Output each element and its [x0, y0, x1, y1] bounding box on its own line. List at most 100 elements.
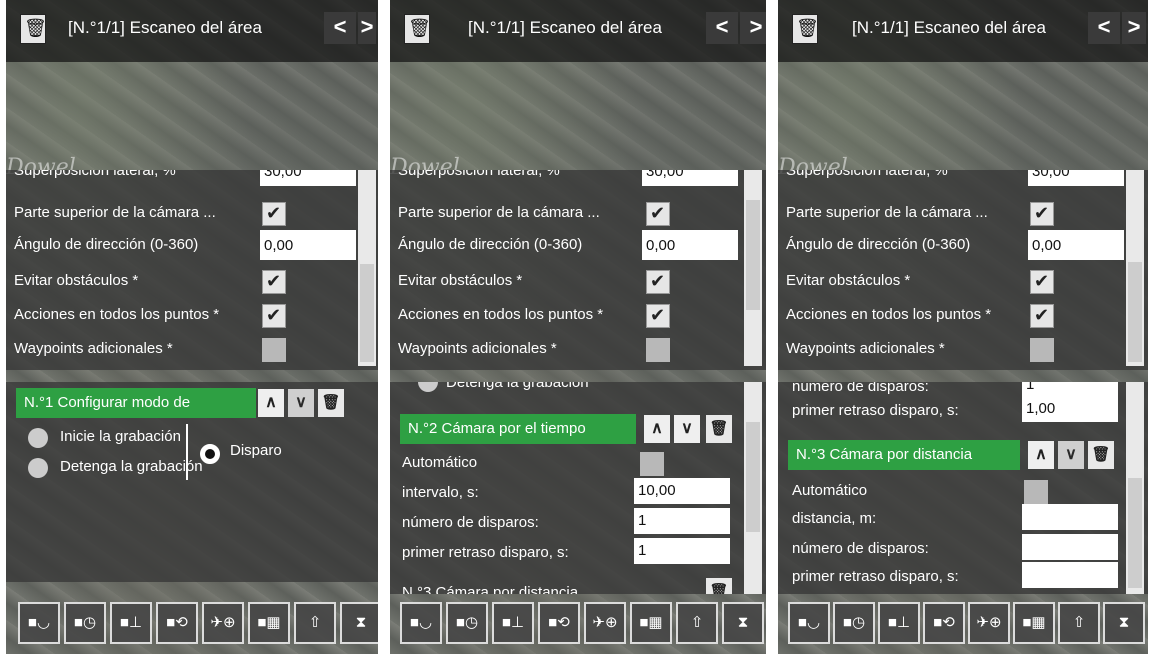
overlap-input[interactable]: 30,00 — [260, 170, 356, 186]
arrow-up-icon[interactable]: ⇧ — [676, 602, 718, 644]
drone-target-icon[interactable]: ✈⊕ — [968, 602, 1010, 644]
radio-stop[interactable] — [28, 458, 48, 478]
delete-action-button[interactable] — [318, 389, 344, 417]
camera-timer-icon[interactable]: ■◷ — [833, 602, 875, 644]
actions-scrollbar[interactable] — [1126, 382, 1144, 594]
hourglass-icon[interactable]: ⧗ — [1103, 602, 1145, 644]
camera-rotate-icon[interactable]: ■⟲ — [156, 602, 198, 644]
camera-rotate-icon[interactable]: ■⟲ — [923, 602, 965, 644]
heading-input[interactable]: 0,00 — [642, 230, 738, 260]
drone-target-icon[interactable]: ✈⊕ — [584, 602, 626, 644]
trash-icon[interactable] — [404, 14, 431, 44]
radio-start[interactable] — [28, 428, 48, 448]
settings-scroll-thumb[interactable] — [360, 264, 374, 362]
action-header[interactable]: N.°2 Cámara por el tiempo — [400, 414, 636, 444]
title-bar: [N.°1/1] Escaneo del área < > — [390, 0, 766, 62]
radio-shot[interactable] — [200, 444, 220, 464]
trash-icon[interactable] — [20, 14, 47, 44]
camera-start-icon[interactable]: ■◡ — [400, 602, 442, 644]
interval-label: intervalo, s: — [402, 484, 479, 501]
settings-scroll-thumb[interactable] — [1128, 262, 1142, 362]
radio-stop[interactable] — [418, 382, 438, 392]
extra-waypoints-label: Waypoints adicionales * — [14, 340, 173, 357]
extra-waypoints-checkbox[interactable] — [262, 338, 286, 362]
extra-waypoints-checkbox[interactable] — [1030, 338, 1054, 362]
settings-scrollbar[interactable] — [1126, 170, 1144, 366]
camera-grid-icon[interactable]: ■▦ — [630, 602, 672, 644]
panel-1: [N.°1/1] Escaneo del área < > Dowel Supe… — [6, 0, 378, 654]
camera-rotate-icon[interactable]: ■⟲ — [538, 602, 580, 644]
drone-target-icon[interactable]: ✈⊕ — [202, 602, 244, 644]
actions-scroll-thumb[interactable] — [1128, 478, 1142, 588]
avoid-obstacles-checkbox[interactable] — [262, 270, 286, 294]
next-action-label[interactable]: N.°3 Cámara por distancia — [402, 584, 578, 594]
camera-start-icon[interactable]: ■◡ — [788, 602, 830, 644]
arrow-up-icon[interactable]: ⇧ — [1058, 602, 1100, 644]
hourglass-icon[interactable]: ⧗ — [722, 602, 764, 644]
auto-checkbox[interactable] — [640, 452, 664, 476]
arrow-up-icon[interactable]: ⇧ — [294, 602, 336, 644]
settings-scrollbar[interactable] — [744, 170, 762, 366]
trash-icon[interactable] — [792, 14, 819, 44]
camera-top-checkbox[interactable] — [262, 202, 286, 226]
camera-timer-icon[interactable]: ■◷ — [64, 602, 106, 644]
prev-button[interactable]: < — [1088, 12, 1120, 44]
camera-grid-icon[interactable]: ■▦ — [248, 602, 290, 644]
shots-input[interactable]: 1 — [634, 508, 730, 534]
panel-3: [N.°1/1] Escaneo del área < > Dowel Supe… — [778, 0, 1148, 654]
camera-distance-icon[interactable]: ■⊥ — [110, 602, 152, 644]
shots-partial-label: número de disparos: — [792, 382, 929, 395]
text-cursor — [186, 424, 188, 480]
settings-scroll-thumb[interactable] — [746, 200, 760, 310]
actions-scrollbar[interactable] — [744, 382, 762, 594]
heading-input[interactable]: 0,00 — [1028, 230, 1124, 260]
prev-button[interactable]: < — [324, 12, 356, 44]
next-button[interactable]: > — [740, 12, 766, 44]
actions-scroll-thumb[interactable] — [746, 422, 760, 532]
settings-list: Superposición lateral, % 30,00 Parte sup… — [778, 170, 1148, 370]
action-header[interactable]: N.°1 Configurar modo de — [16, 388, 256, 418]
heading-input[interactable]: 0,00 — [260, 230, 356, 260]
camera-grid-icon[interactable]: ■▦ — [1013, 602, 1055, 644]
delay2-input[interactable] — [1022, 562, 1118, 588]
overlap-input[interactable]: 30,00 — [1028, 170, 1124, 186]
actions-all-points-checkbox[interactable] — [262, 304, 286, 328]
overlap-label: Superposición lateral, % — [786, 170, 948, 179]
move-up-button[interactable]: ∧ — [1028, 441, 1054, 469]
action-list: N.°1 Configurar modo de ∧ ∨ Inicie la gr… — [6, 382, 378, 582]
title-bar: [N.°1/1] Escaneo del área < > — [778, 0, 1148, 62]
camera-distance-icon[interactable]: ■⊥ — [492, 602, 534, 644]
overlap-input[interactable]: 30,00 — [642, 170, 738, 186]
move-down-button[interactable]: ∨ — [1058, 441, 1084, 469]
delay-input[interactable]: 1 — [634, 538, 730, 564]
delete-next-action-button[interactable] — [706, 578, 732, 594]
camera-timer-icon[interactable]: ■◷ — [446, 602, 488, 644]
prev-button[interactable]: < — [706, 12, 738, 44]
camera-distance-icon[interactable]: ■⊥ — [878, 602, 920, 644]
shots-input[interactable] — [1022, 534, 1118, 560]
move-up-button[interactable]: ∧ — [644, 415, 670, 443]
move-down-button[interactable]: ∨ — [288, 389, 314, 417]
delay-input[interactable]: 1,00 — [1022, 396, 1118, 422]
toolbar: ■◡ ■◷ ■⊥ ■⟲ ✈⊕ ■▦ ⇧ ⧗ — [786, 602, 1148, 644]
interval-input[interactable]: 10,00 — [634, 478, 730, 504]
move-up-button[interactable]: ∧ — [258, 389, 284, 417]
move-down-button[interactable]: ∨ — [674, 415, 700, 443]
camera-top-checkbox[interactable] — [1030, 202, 1054, 226]
hourglass-icon[interactable]: ⧗ — [340, 602, 378, 644]
camera-top-checkbox[interactable] — [646, 202, 670, 226]
distance-input[interactable] — [1022, 504, 1118, 530]
delete-action-button[interactable] — [706, 415, 732, 443]
avoid-obstacles-checkbox[interactable] — [646, 270, 670, 294]
avoid-obstacles-checkbox[interactable] — [1030, 270, 1054, 294]
actions-all-points-checkbox[interactable] — [1030, 304, 1054, 328]
next-button[interactable]: > — [1122, 12, 1146, 44]
action-header[interactable]: N.°3 Cámara por distancia — [788, 440, 1020, 470]
camera-start-icon[interactable]: ■◡ — [18, 602, 60, 644]
auto-checkbox[interactable] — [1024, 480, 1048, 504]
next-button[interactable]: > — [358, 12, 376, 44]
delete-action-button[interactable] — [1088, 441, 1114, 469]
extra-waypoints-checkbox[interactable] — [646, 338, 670, 362]
actions-all-points-checkbox[interactable] — [646, 304, 670, 328]
settings-scrollbar[interactable] — [358, 170, 376, 366]
